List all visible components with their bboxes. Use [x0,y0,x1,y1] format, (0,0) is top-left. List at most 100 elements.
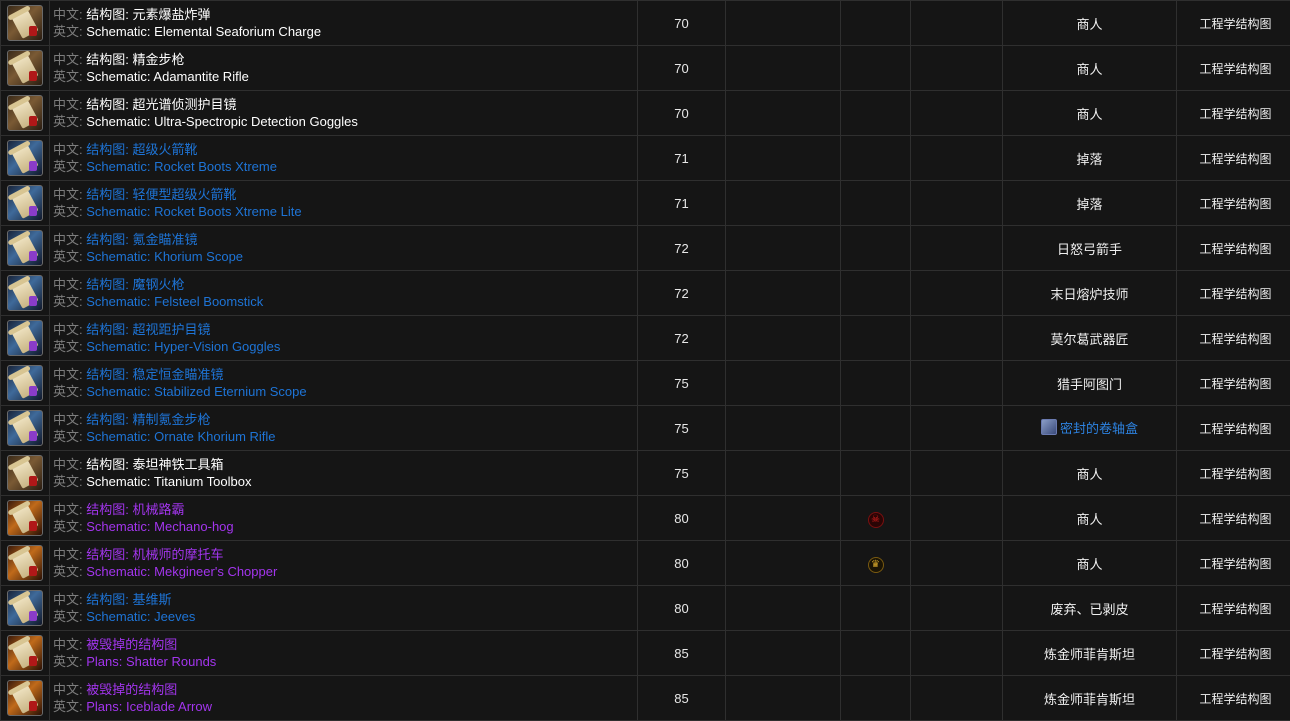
item-name-zh-link[interactable]: 结构图: 机械路霸 [86,502,184,517]
item-name-zh-link[interactable]: 结构图: 稳定恒金瞄准镜 [86,367,223,382]
item-name-zh-link[interactable]: 结构图: 魔钢火枪 [86,277,184,292]
item-name-en-link[interactable]: Schematic: Jeeves [86,609,195,624]
item-name-zh-link[interactable]: 结构图: 元素爆盐炸弹 [86,7,210,22]
item-name-en-link[interactable]: Schematic: Khorium Scope [86,249,243,264]
item-name-zh-link[interactable]: 被毁掉的结构图 [86,682,177,697]
item-name-en-link[interactable]: Schematic: Felsteel Boomstick [86,294,263,309]
item-name-en-link[interactable]: Plans: Shatter Rounds [86,654,216,669]
item-name-en-link[interactable]: Schematic: Stabilized Eternium Scope [86,384,306,399]
item-name-zh-link[interactable]: 结构图: 机械师的摩托车 [86,547,223,562]
table-row[interactable]: 中文: 结构图: 泰坦神铁工具箱英文: Schematic: Titanium … [1,451,1290,496]
icon-cell [1,136,50,181]
empty-cell [911,46,1003,91]
table-row[interactable]: 中文: 结构图: 元素爆盐炸弹英文: Schematic: Elemental … [1,1,1290,46]
schematic-scroll-icon[interactable] [7,230,43,266]
schematic-scroll-icon[interactable] [7,50,43,86]
item-name-zh-link[interactable]: 结构图: 超视距护目镜 [86,322,210,337]
item-name-zh-link[interactable]: 结构图: 氪金瞄准镜 [86,232,197,247]
item-name-en-link[interactable]: Schematic: Hyper-Vision Goggles [86,339,280,354]
icon-cell [1,91,50,136]
recipe-table: 中文: 结构图: 元素爆盐炸弹英文: Schematic: Elemental … [0,0,1290,721]
item-name-en-link[interactable]: Plans: Iceblade Arrow [86,699,212,714]
category-cell: 工程学结构图 [1177,451,1290,496]
table-row[interactable]: 中文: 结构图: 超级火箭靴英文: Schematic: Rocket Boot… [1,136,1290,181]
source-link[interactable]: 密封的卷轴盒 [1041,418,1138,437]
category-cell: 工程学结构图 [1177,46,1290,91]
table-row[interactable]: 中文: 结构图: 精制氪金步枪英文: Schematic: Ornate Kho… [1,406,1290,451]
icon-cell [1,1,50,46]
item-name-en-link[interactable]: Schematic: Ultra-Spectropic Detection Go… [86,114,358,129]
skill-level-cell: 80 [638,496,726,541]
item-name-zh-link[interactable]: 结构图: 精金步枪 [86,52,184,67]
item-name-zh-link[interactable]: 结构图: 超级火箭靴 [86,142,197,157]
item-name-zh-link[interactable]: 被毁掉的结构图 [86,637,177,652]
icon-cell [1,496,50,541]
item-name-en-link[interactable]: Schematic: Ornate Khorium Rifle [86,429,275,444]
icon-cell [1,586,50,631]
item-name-en-link[interactable]: Schematic: Elemental Seaforium Charge [86,24,321,39]
source-cell: 废弃、已剥皮 [1003,586,1177,631]
schematic-scroll-icon[interactable] [7,410,43,446]
source-text: 炼金师菲肯斯坦 [1044,692,1135,707]
table-row[interactable]: 中文: 结构图: 机械师的摩托车英文: Schematic: Mekgineer… [1,541,1290,586]
item-name-en-link[interactable]: Schematic: Rocket Boots Xtreme [86,159,277,174]
empty-cell [726,496,841,541]
empty-cell [726,676,841,721]
category-cell: 工程学结构图 [1177,181,1290,226]
schematic-scroll-icon[interactable] [7,140,43,176]
item-name-zh-link[interactable]: 结构图: 轻便型超级火箭靴 [86,187,236,202]
table-row[interactable]: 中文: 结构图: 轻便型超级火箭靴英文: Schematic: Rocket B… [1,181,1290,226]
table-row[interactable]: 中文: 结构图: 氪金瞄准镜英文: Schematic: Khorium Sco… [1,226,1290,271]
item-name-en-link[interactable]: Schematic: Titanium Toolbox [86,474,251,489]
table-row[interactable]: 中文: 结构图: 基维斯英文: Schematic: Jeeves80废弃、已剥… [1,586,1290,631]
chinese-name-line: 中文: 结构图: 基维斯 [53,591,637,608]
item-name-zh-link[interactable]: 结构图: 泰坦神铁工具箱 [86,457,223,472]
english-name-line: 英文: Schematic: Elemental Seaforium Charg… [53,23,637,40]
schematic-scroll-icon[interactable] [7,500,43,536]
schematic-scroll-icon[interactable] [7,185,43,221]
english-name-line: 英文: Schematic: Stabilized Eternium Scope [53,383,637,400]
item-name-zh-link[interactable]: 结构图: 超光谱侦测护目镜 [86,97,236,112]
chinese-name-line: 中文: 结构图: 机械师的摩托车 [53,546,637,563]
category-cell: 工程学结构图 [1177,541,1290,586]
english-name-line: 英文: Schematic: Rocket Boots Xtreme Lite [53,203,637,220]
table-row[interactable]: 中文: 结构图: 超视距护目镜英文: Schematic: Hyper-Visi… [1,316,1290,361]
item-name-en-link[interactable]: Schematic: Mekgineer's Chopper [86,564,277,579]
item-name-en-link[interactable]: Schematic: Mechano-hog [86,519,233,534]
empty-cell [911,496,1003,541]
schematic-scroll-icon[interactable] [7,590,43,626]
table-row[interactable]: 中文: 被毁掉的结构图英文: Plans: Shatter Rounds85炼金… [1,631,1290,676]
chinese-name-line: 中文: 结构图: 超视距护目镜 [53,321,637,338]
source-text: 商人 [1076,62,1102,77]
chinese-name-line: 中文: 结构图: 精金步枪 [53,51,637,68]
empty-cell [911,1,1003,46]
english-label: 英文: [53,204,86,219]
faction-cell [841,46,911,91]
empty-cell [911,136,1003,181]
schematic-scroll-icon[interactable] [7,680,43,716]
table-row[interactable]: 中文: 结构图: 稳定恒金瞄准镜英文: Schematic: Stabilize… [1,361,1290,406]
table-row[interactable]: 中文: 结构图: 机械路霸英文: Schematic: Mechano-hog8… [1,496,1290,541]
schematic-scroll-icon[interactable] [7,95,43,131]
faction-cell [841,451,911,496]
schematic-scroll-icon[interactable] [7,320,43,356]
schematic-scroll-icon[interactable] [7,5,43,41]
source-text: 掉落 [1076,197,1102,212]
table-row[interactable]: 中文: 结构图: 魔钢火枪英文: Schematic: Felsteel Boo… [1,271,1290,316]
table-row[interactable]: 中文: 被毁掉的结构图英文: Plans: Iceblade Arrow85炼金… [1,676,1290,721]
schematic-scroll-icon[interactable] [7,545,43,581]
schematic-scroll-icon[interactable] [7,365,43,401]
item-name-zh-link[interactable]: 结构图: 精制氪金步枪 [86,412,210,427]
schematic-scroll-icon[interactable] [7,635,43,671]
table-row[interactable]: 中文: 结构图: 超光谱侦测护目镜英文: Schematic: Ultra-Sp… [1,91,1290,136]
skill-level-cell: 80 [638,586,726,631]
icon-cell [1,316,50,361]
schematic-scroll-icon[interactable] [7,275,43,311]
source-cell: 商人 [1003,451,1177,496]
item-name-en-link[interactable]: Schematic: Rocket Boots Xtreme Lite [86,204,301,219]
empty-cell [911,226,1003,271]
schematic-scroll-icon[interactable] [7,455,43,491]
item-name-zh-link[interactable]: 结构图: 基维斯 [86,592,171,607]
item-name-en-link[interactable]: Schematic: Adamantite Rifle [86,69,249,84]
table-row[interactable]: 中文: 结构图: 精金步枪英文: Schematic: Adamantite R… [1,46,1290,91]
